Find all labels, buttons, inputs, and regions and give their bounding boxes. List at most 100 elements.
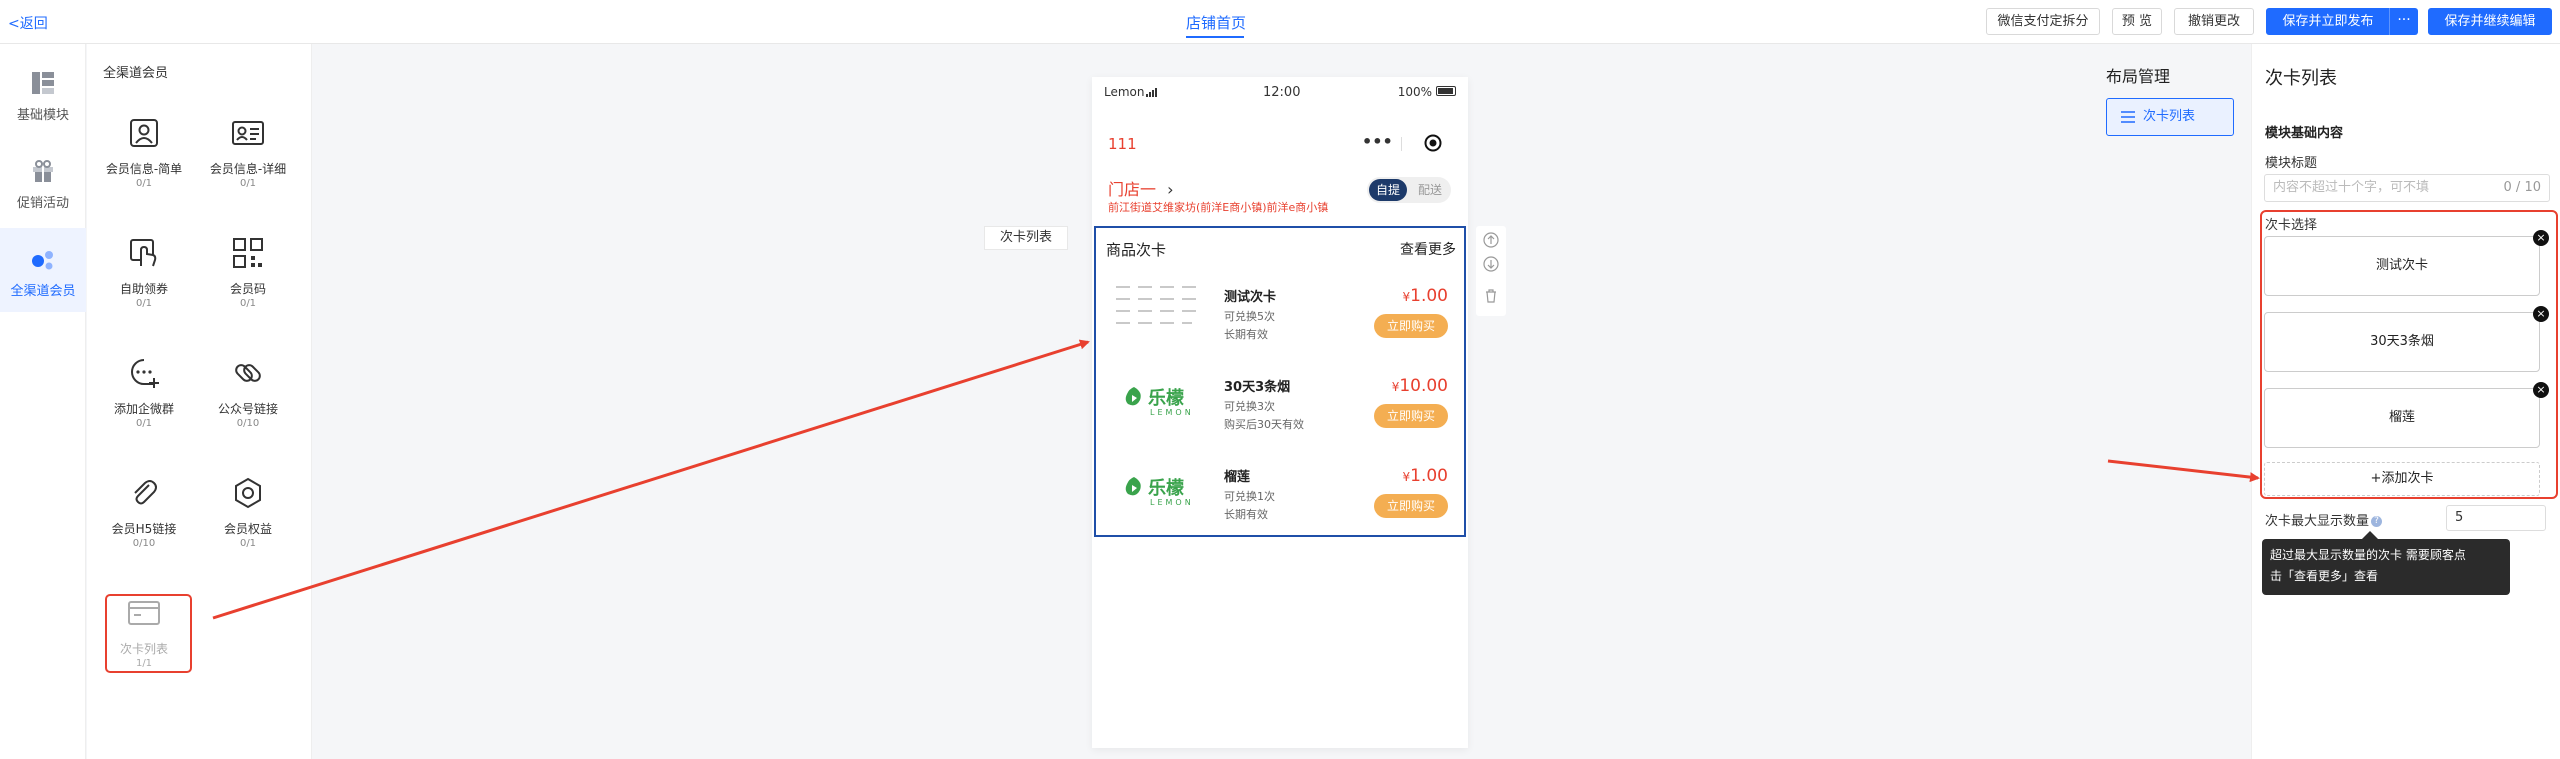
price-value: 1.00 — [1410, 466, 1448, 486]
help-icon[interactable]: ? — [2371, 516, 2383, 527]
module-member-info-detail[interactable]: 会员信息-详细 0/1 — [198, 116, 298, 216]
delete-icon[interactable] — [1483, 288, 1499, 304]
toggle-pickup[interactable]: 自提 — [1369, 179, 1407, 201]
max-display-input[interactable]: 5 — [2446, 505, 2546, 531]
arrow-module-to-canvas — [212, 339, 1090, 620]
module-member-benefits[interactable]: 会员权益 0/1 — [198, 476, 298, 576]
module-member-info-simple[interactable]: 会员信息-简单 0/1 — [94, 116, 194, 216]
module-name: 公众号链接 — [217, 402, 278, 416]
buy-now-button[interactable]: 立即购买 — [1374, 404, 1448, 428]
card-item[interactable]: 乐檬 LEMON 榴莲 可兑换1次 长期有效 ¥1.00 立即购买 — [1096, 460, 1464, 546]
delivery-toggle[interactable]: 自提 配送 — [1367, 177, 1451, 203]
nav-label: 基础模块 — [16, 108, 69, 123]
hand-tap-icon — [130, 239, 157, 267]
canvas-module-label: 次卡列表 — [984, 226, 1068, 250]
store-address: 前江街道艾维家坊(前洋E商小镇)前洋e商小镇 — [1108, 201, 1329, 214]
lemon-logo-thumb: 乐檬 LEMON — [1112, 460, 1208, 526]
max-display-text: 次卡最大显示数量 — [2265, 514, 2370, 529]
module-name: 自助领券 — [119, 282, 168, 296]
logo-cn: 乐檬 — [1148, 478, 1184, 499]
paperclip-icon — [134, 480, 157, 505]
undo-changes-button[interactable]: 撤销更改 — [2174, 8, 2254, 35]
max-display-label: 次卡最大显示数量? — [2265, 510, 2383, 529]
battery-percent: 100% — [1397, 85, 1432, 99]
module-official-account-link[interactable]: 公众号链接 0/10 — [198, 356, 298, 456]
module-member-code[interactable]: 会员码 0/1 — [198, 236, 298, 336]
card-item[interactable]: 乐檬 LEMON 30天3条烟 可兑换3次 购买后30天有效 ¥10.00 立即… — [1096, 370, 1464, 456]
carrier-label: Lemon — [1104, 85, 1145, 99]
card-item[interactable]: 测试次卡 可兑换5次 长期有效 ¥1.00 立即购买 — [1096, 280, 1464, 366]
nav-item-basic-modules[interactable]: 基础模块 — [0, 52, 86, 136]
card-name: 30天3条烟 — [1224, 380, 1291, 395]
member-card-icon — [130, 119, 158, 147]
qr-code-icon — [233, 238, 263, 268]
module-name: 添加企微群 — [113, 402, 174, 416]
more-dots-icon[interactable]: ••• — [1362, 132, 1393, 151]
miniprogram-capsule: ••• — [1352, 128, 1452, 158]
member-detail-icon — [232, 121, 264, 145]
move-down-icon[interactable] — [1483, 256, 1499, 272]
module-count: 0/1 — [135, 298, 153, 309]
capsule-divider — [1401, 137, 1402, 151]
shop-name: 111 — [1108, 135, 1137, 153]
text-pattern-thumb — [1116, 286, 1196, 324]
save-publish-button[interactable]: 保存并立即发布 — [2266, 8, 2390, 35]
module-count: 0/1 — [239, 298, 257, 309]
nav-item-omni-members[interactable]: 全渠道会员 — [0, 228, 86, 312]
card-list-section[interactable]: 商品次卡 查看更多 测试次卡 可兑换5次 长期有效 ¥1.00 立即购买 乐檬 … — [1094, 226, 1466, 537]
status-bar: Lemon 12:00 100% — [1092, 77, 1468, 107]
save-continue-button[interactable]: 保存并继续编辑 — [2428, 8, 2552, 35]
module-name: 会员码 — [229, 282, 266, 296]
tooltip-line: 击「查看更多」查看 — [2270, 569, 2379, 583]
nav-item-promotions[interactable]: 促销活动 — [0, 140, 86, 224]
chat-add-icon — [131, 359, 159, 388]
module-self-coupon[interactable]: 自助领券 0/1 — [94, 236, 194, 336]
layout-manage-title: 布局管理 — [2106, 67, 2171, 86]
module-title-placeholder: 内容不超过十个字，可不填 — [2273, 180, 2430, 195]
members-dots-icon — [32, 251, 53, 270]
logo-cn: 乐檬 — [1148, 388, 1184, 409]
module-title-label: 模块标题 — [2265, 156, 2318, 171]
card-name: 测试次卡 — [1224, 290, 1277, 305]
card-price: ¥1.00 — [1403, 286, 1449, 306]
wechat-split-button[interactable]: 微信支付定拆分 — [1986, 8, 2100, 35]
char-counter: 0 / 10 — [2503, 180, 2541, 195]
currency-symbol: ¥ — [1402, 290, 1411, 304]
settings-title: 次卡列表 — [2265, 68, 2337, 89]
price-value: 10.00 — [1399, 376, 1448, 396]
card-times: 可兑换5次 — [1224, 310, 1275, 323]
back-link[interactable]: <返回 — [8, 13, 48, 33]
more-options-button[interactable]: ··· — [2390, 8, 2418, 35]
link-icon — [235, 364, 261, 382]
module-member-h5-link[interactable]: 会员H5链接 0/10 — [94, 476, 194, 576]
help-tooltip: 超过最大显示数量的次卡 需要顾客点 击「查看更多」查看 — [2262, 531, 2510, 595]
close-target-icon[interactable] — [1424, 134, 1442, 152]
view-more-link[interactable]: 查看更多 — [1400, 239, 1456, 259]
move-up-icon[interactable] — [1483, 232, 1499, 248]
buy-now-button[interactable]: 立即购买 — [1374, 494, 1448, 518]
section-heading: 模块基础内容 — [2265, 126, 2344, 141]
section-title: 商品次卡 — [1106, 241, 1167, 259]
layout-item-label: 次卡列表 — [2143, 109, 2196, 124]
buy-now-button[interactable]: 立即购买 — [1374, 314, 1448, 338]
battery-icon — [1436, 86, 1456, 96]
price-value: 1.00 — [1410, 286, 1448, 306]
module-count: 0/1 — [135, 418, 153, 429]
module-name: 会员信息-简单 — [105, 162, 183, 176]
tab-shop-home[interactable]: 店铺首页 — [1186, 12, 1246, 33]
store-name[interactable]: 门店一 › — [1108, 176, 1174, 200]
logo-en: LEMON — [1150, 408, 1194, 417]
currency-symbol: ¥ — [1402, 470, 1411, 484]
module-count: 0/1 — [135, 178, 153, 189]
card-price: ¥10.00 — [1392, 376, 1448, 396]
module-title-input[interactable]: 内容不超过十个字，可不填 0 / 10 — [2264, 174, 2550, 202]
store-name-text: 门店一 — [1108, 180, 1157, 199]
module-add-wecom-group[interactable]: 添加企微群 0/1 — [94, 356, 194, 456]
nav-label: 全渠道会员 — [10, 284, 76, 299]
preview-button[interactable]: 预 览 — [2112, 8, 2162, 35]
left-nav: 基础模块 促销活动 全渠道会员 — [0, 44, 86, 759]
annotation-box-card-select — [2260, 210, 2558, 499]
layout-item-card-list[interactable]: 次卡列表 — [2106, 98, 2234, 136]
toggle-delivery[interactable]: 配送 — [1413, 179, 1447, 201]
lemon-logo-icon — [1125, 387, 1141, 406]
